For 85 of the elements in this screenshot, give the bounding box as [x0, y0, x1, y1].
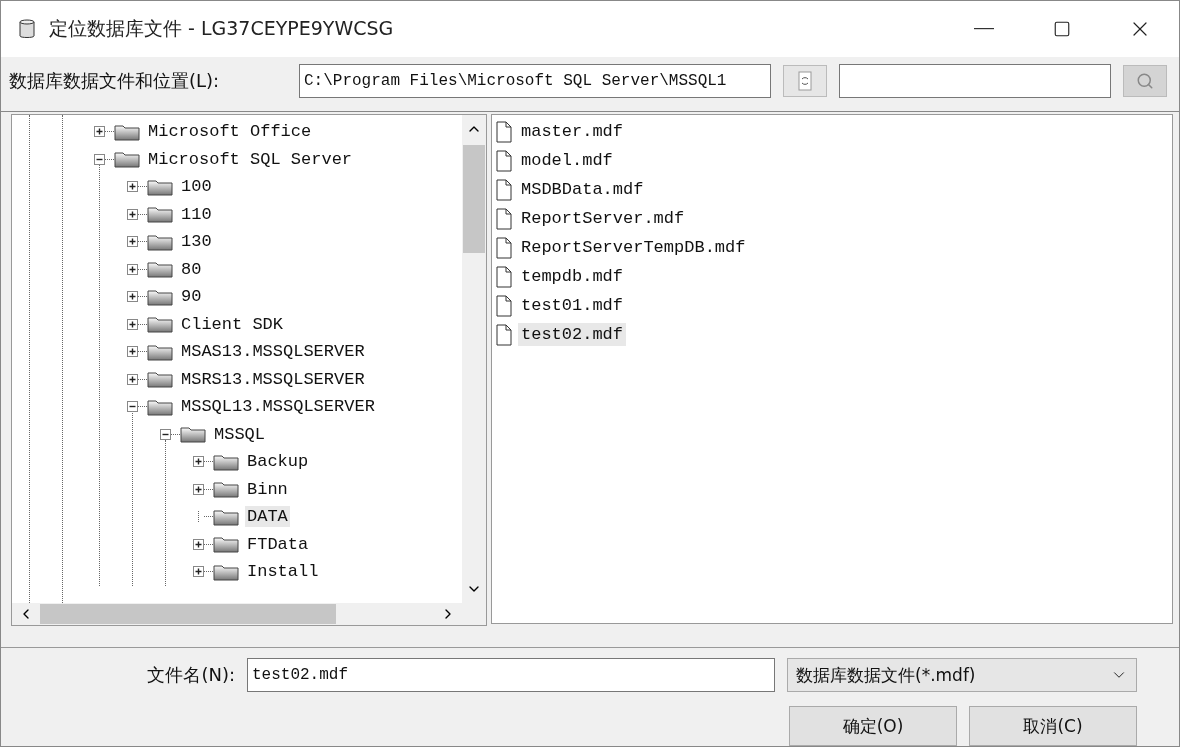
database-icon: [19, 19, 35, 39]
folder-item[interactable]: DATA: [245, 506, 290, 528]
folder-item[interactable]: 130: [179, 231, 214, 253]
folder-icon: [147, 315, 173, 334]
file-name-label: 文件名(N):: [147, 663, 235, 687]
refresh-icon: [797, 71, 813, 91]
file-item[interactable]: MSDBData.mdf: [518, 178, 647, 201]
location-label: 数据库数据文件和位置(L):: [9, 69, 221, 93]
expand-icon[interactable]: [127, 236, 138, 248]
expand-icon[interactable]: [127, 291, 138, 303]
folder-item[interactable]: Install: [245, 561, 321, 583]
folder-icon: [213, 535, 239, 554]
file-name-field[interactable]: test02.mdf: [247, 658, 775, 692]
expand-icon[interactable]: [127, 373, 138, 385]
folder-icon: [147, 177, 173, 196]
folder-item[interactable]: Backup: [245, 451, 311, 473]
scrollbar-thumb[interactable]: [40, 604, 336, 624]
folder-item[interactable]: Binn: [245, 478, 290, 500]
folder-icon: [147, 370, 173, 389]
minimize-icon: [974, 28, 994, 30]
folder-icon: [213, 562, 239, 581]
folder-item[interactable]: MSAS13.MSSQLSERVER: [179, 341, 367, 363]
folder-item[interactable]: FTData: [245, 533, 311, 555]
folder-icon: [147, 397, 173, 416]
folder-item[interactable]: MSRS13.MSSQLSERVER: [179, 368, 367, 390]
expand-icon[interactable]: [127, 208, 138, 220]
file-icon: [496, 236, 512, 259]
expand-icon[interactable]: [127, 318, 138, 330]
cancel-button[interactable]: 取消(C): [969, 706, 1137, 746]
file-item[interactable]: test02.mdf: [518, 323, 627, 346]
folder-item[interactable]: Microsoft SQL Server: [146, 148, 355, 170]
folder-icon: [147, 287, 173, 306]
file-item[interactable]: test01.mdf: [518, 294, 627, 317]
folder-item[interactable]: 90: [179, 286, 204, 308]
folder-icon: [180, 425, 206, 444]
file-icon: [496, 207, 512, 230]
folder-item[interactable]: MSSQL: [212, 423, 267, 445]
file-icon: [496, 294, 512, 317]
folder-item[interactable]: Client SDK: [179, 313, 286, 335]
folder-icon: [213, 480, 239, 499]
folder-icon: [213, 507, 239, 526]
expand-icon[interactable]: [193, 538, 204, 550]
file-item[interactable]: tempdb.mdf: [518, 265, 627, 288]
folder-icon: [147, 232, 173, 251]
scrollbar-thumb[interactable]: [463, 145, 485, 253]
file-item[interactable]: master.mdf: [518, 120, 627, 143]
file-type-dropdown[interactable]: 数据库数据文件(*.mdf): [787, 658, 1137, 692]
folder-icon: [213, 452, 239, 471]
file-item[interactable]: ReportServer.mdf: [518, 207, 688, 230]
window-title: 定位数据库文件 - LG37CEYPE9YWCSG: [49, 16, 395, 41]
folder-icon: [147, 260, 173, 279]
expand-icon[interactable]: [193, 566, 204, 578]
file-icon: [496, 265, 512, 288]
expand-icon[interactable]: [127, 263, 138, 275]
expand-icon[interactable]: [193, 456, 204, 468]
vertical-scrollbar[interactable]: [462, 115, 486, 603]
folder-icon: [147, 342, 173, 361]
file-item[interactable]: ReportServerTempDB.mdf: [518, 236, 749, 259]
file-icon: [496, 323, 512, 346]
expand-icon[interactable]: [193, 483, 204, 495]
folder-item[interactable]: 100: [179, 176, 214, 198]
folder-item[interactable]: Microsoft Office: [146, 121, 314, 143]
file-item[interactable]: model.mdf: [518, 149, 616, 172]
search-icon: [1136, 72, 1154, 90]
folder-item[interactable]: 80: [179, 258, 204, 280]
ok-button[interactable]: 确定(O): [789, 706, 957, 746]
folder-item[interactable]: 110: [179, 203, 214, 225]
expand-icon[interactable]: [94, 126, 105, 138]
folder-icon: [147, 205, 173, 224]
collapse-icon[interactable]: [160, 428, 171, 440]
folder-icon: [114, 150, 140, 169]
horizontal-scrollbar[interactable]: [12, 603, 462, 625]
file-icon: [496, 149, 512, 172]
collapse-icon[interactable]: [127, 401, 138, 413]
search-field[interactable]: [839, 64, 1111, 98]
file-icon: [496, 178, 512, 201]
collapse-icon[interactable]: [94, 153, 105, 165]
path-field[interactable]: C:\Program Files\Microsoft SQL Server\MSSQL1: [299, 64, 771, 98]
file-type-value: 数据库数据文件(*.mdf): [796, 663, 976, 687]
expand-icon[interactable]: [127, 346, 138, 358]
folder-icon: [114, 122, 140, 141]
folder-item[interactable]: MSSQL13.MSSQLSERVER: [179, 396, 377, 418]
maximize-icon: [1053, 20, 1071, 38]
file-icon: [496, 120, 512, 143]
expand-icon[interactable]: [127, 181, 138, 193]
